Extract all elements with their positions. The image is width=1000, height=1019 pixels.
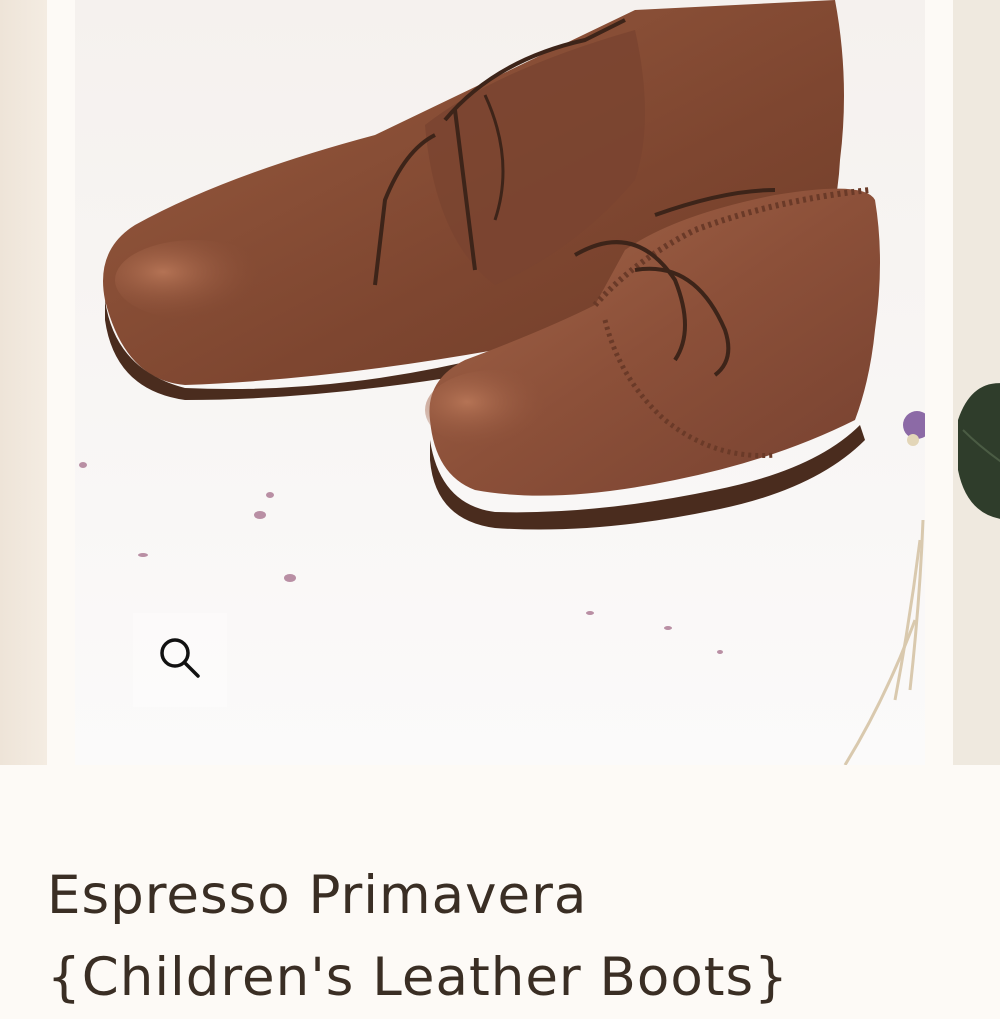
next-slide-peek[interactable] <box>953 0 1000 765</box>
product-title: Espresso Primavera {Children's Leather B… <box>47 855 947 1019</box>
previous-slide-peek[interactable] <box>0 0 47 765</box>
magnifier-icon <box>158 636 202 684</box>
product-title-line2: {Children's Leather Boots} <box>47 947 789 1008</box>
zoom-button[interactable] <box>133 613 227 707</box>
leaf-detail <box>953 0 1000 765</box>
product-title-line1: Espresso Primavera <box>47 865 588 926</box>
product-image-gallery[interactable] <box>0 0 1000 765</box>
